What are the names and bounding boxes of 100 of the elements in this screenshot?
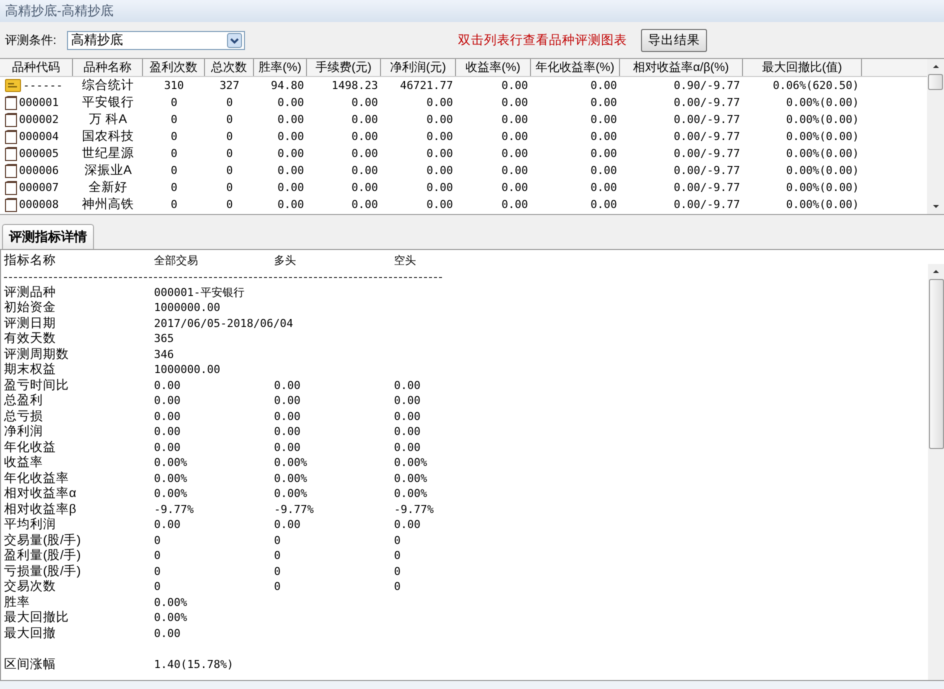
metric-value: 0.00 xyxy=(154,517,180,532)
column-header[interactable]: 净利润(元) xyxy=(381,59,456,76)
metric-value: 1.40(15.78%) xyxy=(154,656,234,672)
table-cell-text: 000004 xyxy=(19,129,59,145)
table-cell-text: 0.00 xyxy=(426,146,454,162)
table-cell-text: 0.06%(620.50) xyxy=(772,78,860,94)
table-cell-text: 0.00 xyxy=(590,95,618,111)
metric-value: 0 xyxy=(154,579,161,594)
column-header[interactable]: 手续费(元) xyxy=(307,59,381,76)
table-cell-text: 0.00 xyxy=(500,129,529,145)
table-cell-text: 000002 xyxy=(19,112,59,128)
table-cell-text: 0 xyxy=(170,180,178,196)
table-cell-text: 0.00 xyxy=(350,129,379,145)
metric-value: 0.00 xyxy=(154,440,180,455)
column-header[interactable]: 年化收益率(%) xyxy=(531,59,620,76)
column-header[interactable]: 收益率(%) xyxy=(456,59,531,76)
metric-value: 000001-平安银行 xyxy=(154,284,244,300)
table-cell-text: 0.00 xyxy=(426,129,454,145)
table-cell-text: 0 xyxy=(225,129,234,145)
metric-value: 0 xyxy=(154,532,161,548)
table-cell-text: 万 科A xyxy=(88,111,128,128)
metric-value: -9.77% xyxy=(154,502,194,517)
table-cell-text: 000007 xyxy=(19,180,59,196)
metric-value: 365 xyxy=(154,331,174,346)
metric-name: 相对收益率α xyxy=(4,486,76,502)
column-header[interactable]: 品种代码 xyxy=(0,59,73,76)
column-header[interactable]: 品种名称 xyxy=(73,59,143,76)
table-cell-text: 综合统计 xyxy=(81,77,135,94)
table-cell-text: 0.00/-9.77 xyxy=(672,146,741,162)
table-cell-text: 0.00 xyxy=(276,180,305,196)
table-cell-text: 0.00 xyxy=(590,146,618,162)
table-cell-text: 0.00 xyxy=(590,163,618,179)
table-cell-text: 1498.23 xyxy=(330,78,379,94)
table-cell-text: 0 xyxy=(170,112,178,128)
column-header[interactable]: 相对收益率α/β(%) xyxy=(620,59,743,76)
tab[interactable]: 评测指标详情 xyxy=(2,224,94,249)
metric-name: 亏损量(股/手) xyxy=(4,564,81,579)
table-cell-text: 0.00 xyxy=(590,180,618,196)
folder-icon xyxy=(5,79,21,92)
table-cell-text: 46721.77 xyxy=(399,78,454,94)
table-cell-text: 0.90/-9.77 xyxy=(672,78,741,94)
metric-name: 胜率 xyxy=(4,594,30,610)
metric-value: 0 xyxy=(274,532,281,548)
metric-name: 总亏损 xyxy=(4,408,43,424)
metric-value: 0 xyxy=(394,579,401,594)
document-icon xyxy=(5,180,17,194)
document-icon xyxy=(5,112,17,126)
metric-value: 0.00 xyxy=(274,424,300,440)
hint-text: 双击列表行查看品种评测图表 xyxy=(458,32,627,48)
table-cell-text: 0.00 xyxy=(500,163,529,179)
scrollbar[interactable] xyxy=(927,59,944,214)
table-cell-text: 全新好 xyxy=(88,179,128,196)
metric-value: 0.00 xyxy=(274,408,300,424)
metric-name: 初始资金 xyxy=(4,300,56,316)
table-cell-text: 0.00 xyxy=(590,129,618,145)
metric-value: 0.00% xyxy=(274,455,308,470)
metric-value: 0.00% xyxy=(154,610,188,626)
table-cell-text: 0.00 xyxy=(350,95,379,111)
table-cell-text: 000001 xyxy=(19,95,59,111)
column-header: 空头 xyxy=(394,253,416,268)
table-cell-text: 000008 xyxy=(19,197,59,213)
table-cell-text: 0 xyxy=(225,146,234,162)
table-cell-text: 000006 xyxy=(19,163,59,179)
table-cell-text: 0.00 xyxy=(350,197,379,213)
table-cell-text: 0.00%(0.00) xyxy=(785,146,860,162)
metric-value: 0.00% xyxy=(154,470,188,486)
table-cell-text: 0.00 xyxy=(350,163,379,179)
column-header: 全部交易 xyxy=(154,253,198,268)
table-cell-text: 0 xyxy=(225,180,234,196)
metric-value: 0.00 xyxy=(154,378,180,393)
metric-value: 0 xyxy=(274,579,281,594)
table-cell-text: 0 xyxy=(225,112,234,128)
condition-dropdown[interactable]: 高精抄底 xyxy=(67,30,245,50)
metric-name: 评测周期数 xyxy=(4,346,69,362)
table-cell-text: 0.00 xyxy=(276,129,305,145)
table-cell-text: 0.00 xyxy=(500,197,529,213)
metric-name: 期末权益 xyxy=(4,362,56,378)
table-cell-text: 0.00 xyxy=(590,197,618,213)
table-cell-text: 0.00 xyxy=(350,146,379,162)
table-cell-text: 0 xyxy=(170,146,178,162)
metric-name: 净利润 xyxy=(4,424,43,440)
table-cell-text: 0 xyxy=(225,95,234,111)
metric-value: 0.00% xyxy=(154,486,188,502)
table-cell-text: 0 xyxy=(170,197,178,213)
scrollbar[interactable] xyxy=(928,264,944,680)
column-header[interactable]: 胜率(%) xyxy=(254,59,307,76)
metric-value: 0.00 xyxy=(274,440,300,455)
column-header[interactable]: 最大回撤比(值) xyxy=(743,59,862,76)
export-button[interactable]: 导出结果 xyxy=(641,28,707,52)
metric-name: 年化收益率 xyxy=(4,470,69,486)
column-header[interactable]: 总次数 xyxy=(205,59,254,76)
metric-value: -9.77% xyxy=(394,502,434,517)
table-cell-text: 0 xyxy=(225,197,234,213)
column-header[interactable]: 盈利次数 xyxy=(143,59,205,76)
metric-value: 0 xyxy=(274,564,281,579)
metric-name: 最大回撤比 xyxy=(4,610,69,626)
metric-value: 0.00 xyxy=(394,440,420,455)
table-cell-text: 国农科技 xyxy=(81,128,135,145)
table-cell-text: 0.00 xyxy=(350,112,379,128)
metric-value: 0.00 xyxy=(154,393,180,408)
